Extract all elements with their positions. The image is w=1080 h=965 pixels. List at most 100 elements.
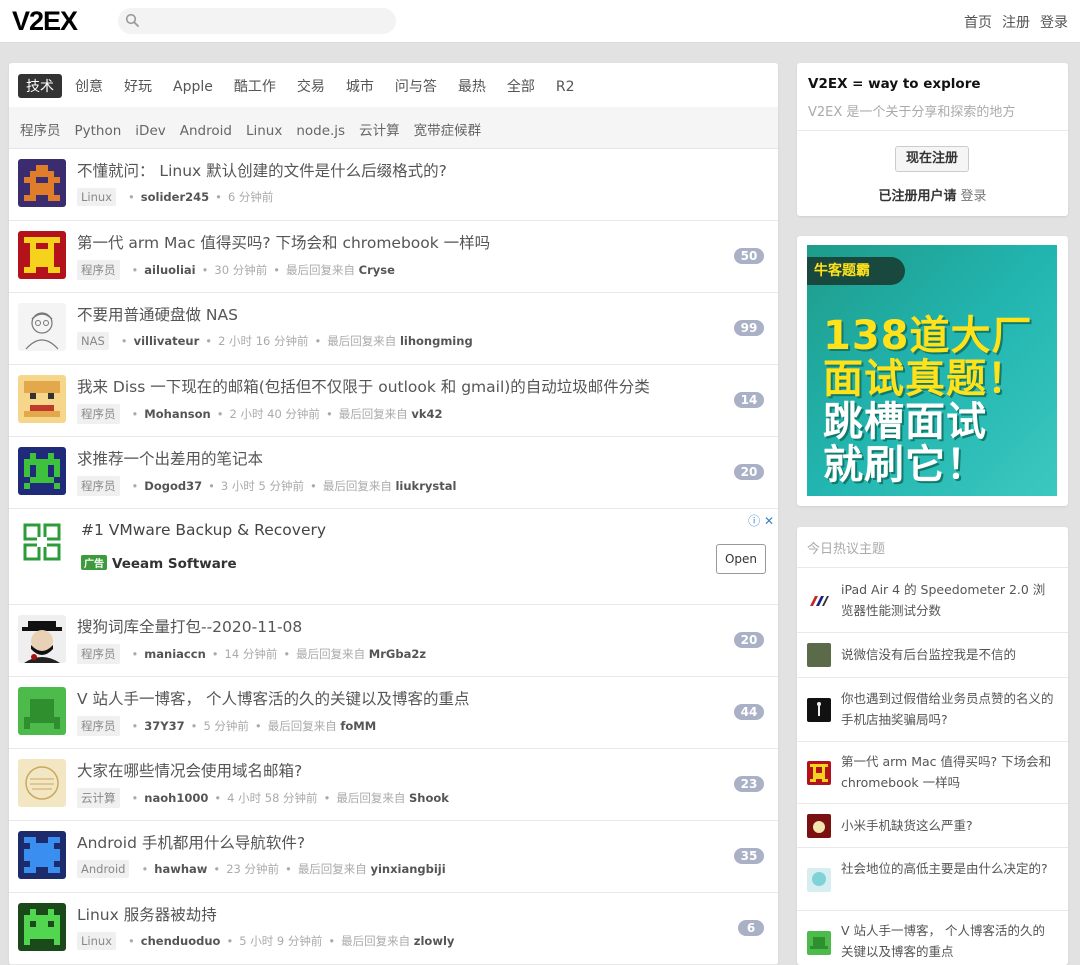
author-link[interactable]: Mohanson [144, 407, 210, 421]
ad-title[interactable]: #1 VMware Backup & Recovery [81, 521, 326, 539]
subtab-broadband[interactable]: 宽带症候群 [414, 119, 482, 139]
reply-count-badge[interactable]: 50 [734, 248, 764, 264]
ad-row[interactable]: #1 VMware Backup & Recovery 广告 Veeam Soft… [9, 509, 778, 605]
topic-title[interactable]: Linux 服务器被劫持 [77, 903, 697, 925]
tab-r2[interactable]: R2 [548, 77, 583, 97]
site-logo[interactable]: V2EX [12, 6, 78, 37]
register-button[interactable]: 现在注册 [895, 146, 969, 172]
avatar[interactable] [18, 759, 66, 807]
subtab-idev[interactable]: iDev [135, 123, 165, 139]
tab-hot[interactable]: 最热 [450, 74, 494, 98]
author-link[interactable]: ailuoliai [144, 263, 195, 277]
tab-tech[interactable]: 技术 [18, 74, 62, 98]
avatar[interactable] [807, 698, 831, 722]
last-reply-user[interactable]: MrGba2z [369, 647, 426, 661]
node-tag[interactable]: 程序员 [77, 404, 120, 424]
last-reply-user[interactable]: foMM [340, 719, 376, 733]
last-reply-user[interactable]: liukrystal [395, 479, 456, 493]
tab-deals[interactable]: 交易 [289, 74, 333, 98]
tab-fun[interactable]: 好玩 [116, 74, 160, 98]
reply-count-badge[interactable]: 99 [734, 320, 764, 336]
hot-topic-title[interactable]: 第一代 arm Mac 值得买吗? 下场会和 chromebook 一样吗 [841, 751, 1056, 793]
hot-topic-title[interactable]: V 站人手一博客， 个人博客活的久的关键以及博客的重点 [841, 920, 1056, 962]
avatar[interactable] [807, 931, 831, 955]
sidebar-login-link[interactable]: 登录 [961, 189, 987, 204]
hot-topic-item[interactable]: 说微信没有后台监控我是不信的 [797, 632, 1068, 677]
topic-title[interactable]: 第一代 arm Mac 值得买吗? 下场会和 chromebook 一样吗 [77, 231, 697, 253]
node-tag[interactable]: Linux [77, 932, 116, 950]
author-link[interactable]: hawhaw [154, 862, 207, 876]
avatar[interactable] [18, 375, 66, 423]
avatar[interactable] [18, 687, 66, 735]
avatar[interactable] [18, 447, 66, 495]
author-link[interactable]: Dogod37 [144, 479, 202, 493]
subtab-nodejs[interactable]: node.js [296, 123, 345, 139]
avatar[interactable] [807, 643, 831, 667]
reply-count-badge[interactable]: 14 [734, 392, 764, 408]
tab-all[interactable]: 全部 [499, 74, 543, 98]
author-link[interactable]: maniaccn [144, 647, 205, 661]
author-link[interactable]: 37Y37 [144, 719, 184, 733]
node-tag[interactable]: 云计算 [77, 788, 120, 808]
topic-title[interactable]: Android 手机都用什么导航软件? [77, 831, 697, 853]
last-reply-user[interactable]: yinxiangbiji [370, 862, 445, 876]
topic-title[interactable]: 大家在哪些情况会使用域名邮箱? [77, 759, 697, 781]
subtab-android[interactable]: Android [180, 123, 232, 139]
topic-title[interactable]: 求推荐一个出差用的笔记本 [77, 447, 697, 469]
node-tag[interactable]: 程序员 [77, 260, 120, 280]
hot-topic-title[interactable]: 社会地位的高低主要是由什么决定的? [841, 858, 1056, 879]
tab-qna[interactable]: 问与答 [387, 74, 445, 98]
hot-topic-item[interactable]: 社会地位的高低主要是由什么决定的? [797, 847, 1068, 910]
nav-home-link[interactable]: 首页 [964, 15, 992, 31]
avatar[interactable] [807, 761, 831, 785]
ad-open-button[interactable]: Open [716, 544, 766, 574]
node-tag[interactable]: NAS [77, 332, 109, 350]
avatar[interactable] [807, 814, 831, 838]
node-tag[interactable]: Android [77, 860, 130, 878]
reply-count-badge[interactable]: 23 [734, 776, 764, 792]
last-reply-user[interactable]: Cryse [359, 263, 395, 277]
reply-count-badge[interactable]: 35 [734, 848, 764, 864]
reply-count-badge[interactable]: 6 [738, 920, 764, 936]
node-tag[interactable]: 程序员 [77, 644, 120, 664]
nav-login-link[interactable]: 登录 [1040, 15, 1068, 31]
hot-topic-item[interactable]: 你也遇到过假借给业务员点赞的名义的手机店抽奖骗局吗? [797, 677, 1068, 741]
avatar[interactable] [807, 589, 831, 613]
topic-title[interactable]: 搜狗词库全量打包--2020-11-08 [77, 615, 697, 637]
subtab-python[interactable]: Python [75, 123, 122, 139]
hot-topic-item[interactable]: 第一代 arm Mac 值得买吗? 下场会和 chromebook 一样吗 [797, 741, 1068, 803]
reply-count-badge[interactable]: 20 [734, 632, 764, 648]
node-tag[interactable]: Linux [77, 188, 116, 206]
promo-banner[interactable]: 牛客题霸 138道大厂 面试真题！ 跳槽面试 就刷它！ [807, 245, 1057, 496]
author-link[interactable]: solider245 [141, 190, 209, 204]
hot-topic-item[interactable]: V 站人手一博客， 个人博客活的久的关键以及博客的重点 [797, 910, 1068, 965]
topic-title[interactable]: 我来 Diss 一下现在的邮箱(包括但不仅限于 outlook 和 gmail)… [77, 375, 697, 397]
hot-topic-title[interactable]: iPad Air 4 的 Speedometer 2.0 浏览器性能测试分数 [841, 579, 1056, 621]
hot-topic-title[interactable]: 小米手机缺货这么严重? [841, 815, 1056, 836]
author-link[interactable]: naoh1000 [144, 791, 208, 805]
node-tag[interactable]: 程序员 [77, 716, 120, 736]
reply-count-badge[interactable]: 44 [734, 704, 764, 720]
avatar[interactable] [18, 303, 66, 351]
subtab-linux[interactable]: Linux [246, 123, 282, 139]
topic-title[interactable]: 不懂就问： Linux 默认创建的文件是什么后缀格式的? [77, 159, 697, 181]
hot-topic-item[interactable]: 小米手机缺货这么严重? [797, 803, 1068, 847]
subtab-cloud[interactable]: 云计算 [359, 119, 400, 139]
tab-apple[interactable]: Apple [165, 77, 221, 97]
avatar[interactable] [18, 831, 66, 879]
avatar[interactable] [18, 231, 66, 279]
author-link[interactable]: villivateur [134, 334, 200, 348]
subtab-programmer[interactable]: 程序员 [20, 119, 61, 139]
tab-city[interactable]: 城市 [338, 74, 382, 98]
avatar[interactable] [18, 615, 66, 663]
author-link[interactable]: chenduoduo [141, 934, 221, 948]
last-reply-user[interactable]: lihongming [400, 334, 473, 348]
tab-creative[interactable]: 创意 [67, 74, 111, 98]
avatar[interactable] [18, 159, 66, 207]
tab-jobs[interactable]: 酷工作 [226, 74, 284, 98]
node-tag[interactable]: 程序员 [77, 476, 120, 496]
last-reply-user[interactable]: vk42 [411, 407, 442, 421]
topic-title[interactable]: 不要用普通硬盘做 NAS [77, 303, 697, 325]
avatar[interactable] [807, 868, 831, 892]
nav-register-link[interactable]: 注册 [1002, 15, 1030, 31]
